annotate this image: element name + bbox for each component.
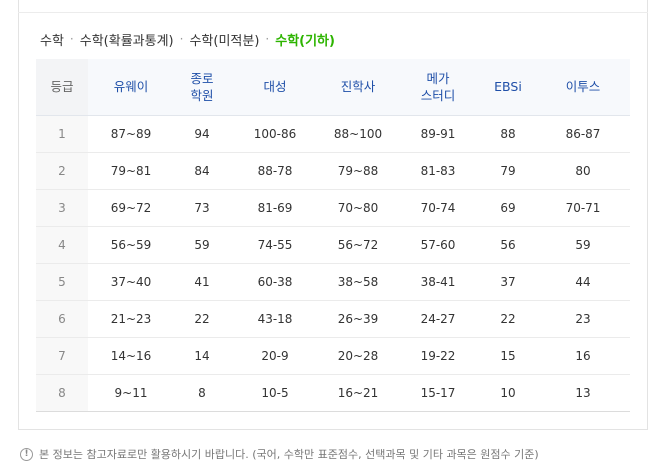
table-row: 8 9~11 8 10-5 16~21 15-17 10 13 <box>36 374 630 412</box>
cut-score-cell: 16 <box>536 337 630 375</box>
header-megastudy-line1: 메가 <box>426 70 450 86</box>
cut-score-cell: 20~28 <box>320 337 396 375</box>
cut-score-cell: 70-71 <box>536 189 630 227</box>
table-row: 7 14~16 14 20-9 20~28 19-22 15 16 <box>36 337 630 375</box>
cut-score-cell: 56~72 <box>320 226 396 264</box>
header-daesung: 대성 <box>230 59 320 116</box>
cut-score-cell: 41 <box>174 263 230 301</box>
cut-score-cell: 21~23 <box>88 300 174 338</box>
subtab-math-calculus[interactable]: 수학(미적분) <box>189 30 259 49</box>
cut-score-cell: 37 <box>480 263 536 301</box>
header-jongro-line2: 학원 <box>190 87 214 103</box>
info-icon: ! <box>20 447 33 461</box>
cut-score-cell: 81-83 <box>396 152 480 190</box>
cut-score-cell: 88~100 <box>320 115 396 153</box>
grade-cell: 8 <box>36 374 88 412</box>
cut-score-cell: 94 <box>174 115 230 153</box>
cut-score-cell: 22 <box>480 300 536 338</box>
cut-score-cell: 8 <box>174 374 230 412</box>
table-body: 1 87~89 94 100-86 88~100 89-91 88 86-87 2 79~81 84… <box>36 115 630 412</box>
cut-score-cell: 73 <box>174 189 230 227</box>
header-megastudy-line2: 스터디 <box>420 87 456 103</box>
cut-score-cell: 56~59 <box>88 226 174 264</box>
cut-score-cell: 89-91 <box>396 115 480 153</box>
cut-score-cell: 88-78 <box>230 152 320 190</box>
cut-score-cell: 10-5 <box>230 374 320 412</box>
cut-score-cell: 59 <box>536 226 630 264</box>
cut-score-cell: 10 <box>480 374 536 412</box>
cut-score-cell: 88 <box>480 115 536 153</box>
cut-score-cell: 44 <box>536 263 630 301</box>
cut-score-cell: 60-38 <box>230 263 320 301</box>
grade-cell: 2 <box>36 152 88 190</box>
table-row: 3 69~72 73 81-69 70~80 70-74 69 70-71 <box>36 189 630 227</box>
cut-score-cell: 81-69 <box>230 189 320 227</box>
panel-divider <box>18 12 648 13</box>
notice-text: 본 정보는 참고자료로만 활용하시기 바랍니다. (국어, 수학만 표준점수, … <box>39 448 539 461</box>
cut-score-cell: 24-27 <box>396 300 480 338</box>
cut-score-cell: 84 <box>174 152 230 190</box>
header-etoos: 이투스 <box>536 59 630 116</box>
subject-subtabs: 수학 · 수학(확률과통계) · 수학(미적분) · 수학(기하) <box>40 29 335 49</box>
cut-score-cell: 20-9 <box>230 337 320 375</box>
header-megastudy: 메가 스터디 <box>396 59 480 116</box>
header-jongro-line1: 종로 <box>190 70 214 86</box>
subtab-separator: · <box>179 32 184 46</box>
cut-score-cell: 13 <box>536 374 630 412</box>
cut-score-cell: 22 <box>174 300 230 338</box>
subtab-math-probability-statistics[interactable]: 수학(확률과통계) <box>80 30 174 49</box>
cut-score-cell: 23 <box>536 300 630 338</box>
cut-score-cell: 79 <box>480 152 536 190</box>
cut-score-cell: 70~80 <box>320 189 396 227</box>
cut-score-cell: 56 <box>480 226 536 264</box>
cut-score-cell: 69 <box>480 189 536 227</box>
table-row: 4 56~59 59 74-55 56~72 57-60 56 59 <box>36 226 630 264</box>
cut-score-cell: 9~11 <box>88 374 174 412</box>
header-grade: 등급 <box>36 59 88 116</box>
header-jongro: 종로 학원 <box>174 59 230 116</box>
table-row: 1 87~89 94 100-86 88~100 89-91 88 86-87 <box>36 115 630 153</box>
cut-score-cell: 14~16 <box>88 337 174 375</box>
header-uway: 유웨이 <box>88 59 174 116</box>
grade-cell: 4 <box>36 226 88 264</box>
subtab-separator: · <box>265 32 270 46</box>
grade-cell: 3 <box>36 189 88 227</box>
cut-score-cell: 74-55 <box>230 226 320 264</box>
cut-score-cell: 14 <box>174 337 230 375</box>
cut-score-cell: 69~72 <box>88 189 174 227</box>
cut-score-cell: 79~88 <box>320 152 396 190</box>
cut-score-cell: 70-74 <box>396 189 480 227</box>
subtab-math[interactable]: 수학 <box>40 30 64 49</box>
grade-cell: 1 <box>36 115 88 153</box>
cut-score-cell: 38~58 <box>320 263 396 301</box>
cut-score-cell: 79~81 <box>88 152 174 190</box>
cut-score-cell: 100-86 <box>230 115 320 153</box>
cut-score-cell: 15-17 <box>396 374 480 412</box>
cut-score-cell: 19-22 <box>396 337 480 375</box>
notice: ! 본 정보는 참고자료로만 활용하시기 바랍니다. (국어, 수학만 표준점수… <box>20 445 539 463</box>
cut-score-cell: 16~21 <box>320 374 396 412</box>
table-row: 5 37~40 41 60-38 38~58 38-41 37 44 <box>36 263 630 301</box>
table-row: 6 21~23 22 43-18 26~39 24-27 22 23 <box>36 300 630 338</box>
grade-cut-table: 등급 유웨이 종로 학원 대성 진학사 메가 스터디 EBSi 이투스 1 87~89… <box>36 59 630 412</box>
cut-score-cell: 57-60 <box>396 226 480 264</box>
cut-score-cell: 15 <box>480 337 536 375</box>
cut-score-cell: 38-41 <box>396 263 480 301</box>
cut-score-cell: 86-87 <box>536 115 630 153</box>
cut-score-cell: 59 <box>174 226 230 264</box>
table-header-row: 등급 유웨이 종로 학원 대성 진학사 메가 스터디 EBSi 이투스 <box>36 59 630 116</box>
cut-score-cell: 37~40 <box>88 263 174 301</box>
grade-cell: 7 <box>36 337 88 375</box>
subtab-separator: · <box>69 32 74 46</box>
header-jinhaksa: 진학사 <box>320 59 396 116</box>
subtab-math-geometry[interactable]: 수학(기하) <box>275 30 335 49</box>
cut-score-cell: 26~39 <box>320 300 396 338</box>
cut-score-cell: 80 <box>536 152 630 190</box>
grade-cell: 6 <box>36 300 88 338</box>
table-row: 2 79~81 84 88-78 79~88 81-83 79 80 <box>36 152 630 190</box>
cut-score-cell: 87~89 <box>88 115 174 153</box>
grade-cell: 5 <box>36 263 88 301</box>
cut-score-cell: 43-18 <box>230 300 320 338</box>
header-ebsi: EBSi <box>480 59 536 116</box>
